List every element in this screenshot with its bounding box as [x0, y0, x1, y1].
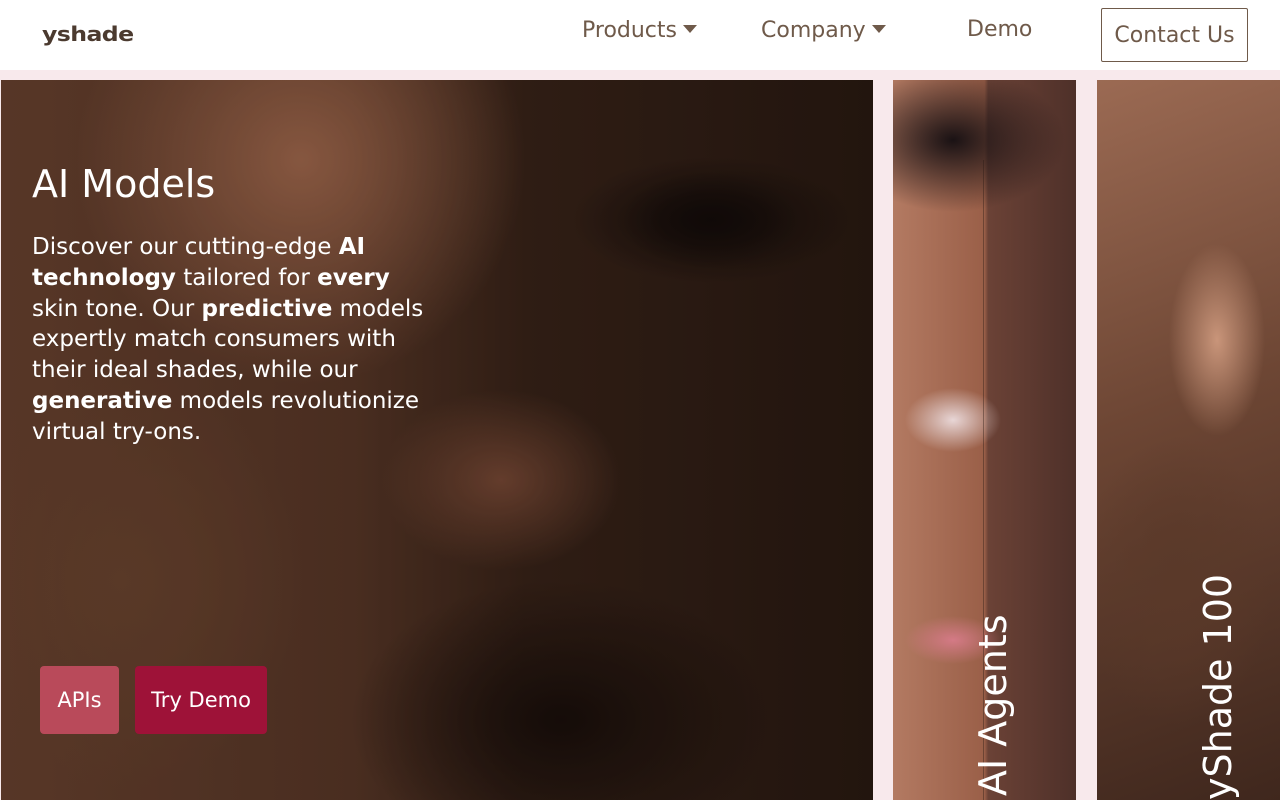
hero-description-emphasis: every	[317, 264, 390, 291]
nav-demo-link[interactable]: Demo	[967, 17, 1032, 42]
nav-company-dropdown[interactable]: Company	[761, 18, 886, 43]
caret-down-icon	[683, 24, 697, 33]
hero-description-text: Discover our cutting-edge	[32, 234, 339, 260]
yshade-100-label: yShade 100	[1196, 573, 1240, 800]
hero-description-text: skin tone. Our	[32, 295, 202, 322]
yshade-100-hands-image	[1097, 80, 1280, 800]
hero-title: AI Models	[32, 162, 216, 206]
try-demo-button[interactable]: Try Demo	[135, 666, 267, 734]
nav-company-label: Company	[761, 18, 866, 43]
contact-us-button[interactable]: Contact Us	[1101, 8, 1248, 62]
hero-description-emphasis: predictive	[201, 295, 333, 322]
hero-description: Discover our cutting-edge AI technology …	[32, 232, 428, 448]
yshade-100-panel[interactable]	[1097, 80, 1280, 800]
hero-description-emphasis: generative	[32, 387, 173, 414]
brand-logo[interactable]: yshade	[42, 22, 134, 46]
site-header: yshade Products Company Demo Contact Us	[0, 0, 1280, 70]
ai-agents-label: AI Agents	[971, 614, 1015, 796]
caret-down-icon	[871, 24, 886, 33]
nav-products-dropdown[interactable]: Products	[582, 18, 697, 43]
nav-products-label: Products	[582, 18, 677, 43]
hero-description-text: tailored for	[175, 264, 318, 291]
apis-button[interactable]: APIs	[40, 666, 119, 734]
